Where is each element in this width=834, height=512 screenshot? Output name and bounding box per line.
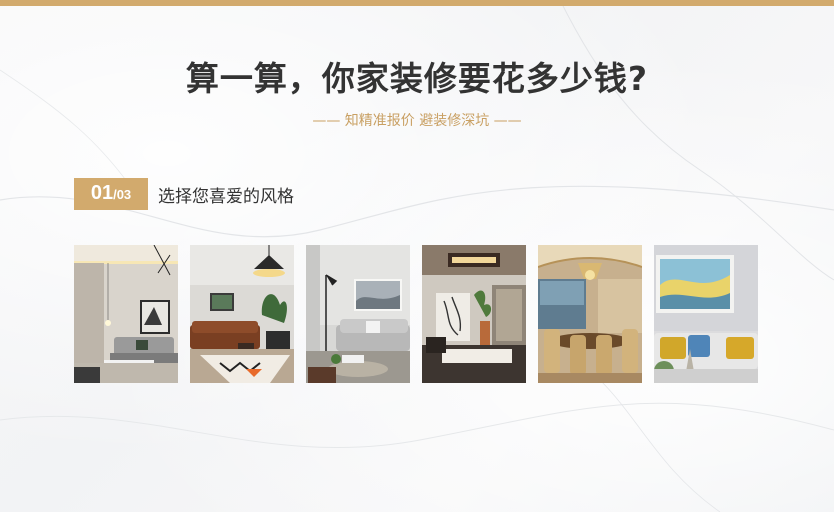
style-option-4[interactable] [422, 245, 526, 383]
style-image-5 [538, 245, 642, 383]
step-current: 01 [90, 182, 114, 204]
style-image-2 [190, 245, 294, 383]
page-subtitle: —— 知精准报价 避装修深坑 —— [312, 113, 522, 129]
page-title: 算一算，你家装修要花多少钱? [185, 59, 649, 98]
style-option-1[interactable] [74, 245, 178, 383]
top-accent-bar [0, 0, 834, 6]
step-label: 选择您喜爱的风格 [158, 186, 294, 207]
step-total: /03 [113, 187, 132, 202]
style-image-4 [422, 245, 526, 383]
style-option-2[interactable] [190, 245, 294, 383]
style-options [74, 245, 758, 383]
style-option-6[interactable] [654, 245, 758, 383]
step-badge: 01 /03 [74, 178, 148, 210]
style-option-5[interactable] [538, 245, 642, 383]
style-image-1 [74, 245, 178, 383]
step-header: 01 /03 选择您喜爱的风格 [74, 178, 294, 210]
style-image-6 [654, 245, 758, 383]
style-option-3[interactable] [306, 245, 410, 383]
style-image-3 [306, 245, 410, 383]
